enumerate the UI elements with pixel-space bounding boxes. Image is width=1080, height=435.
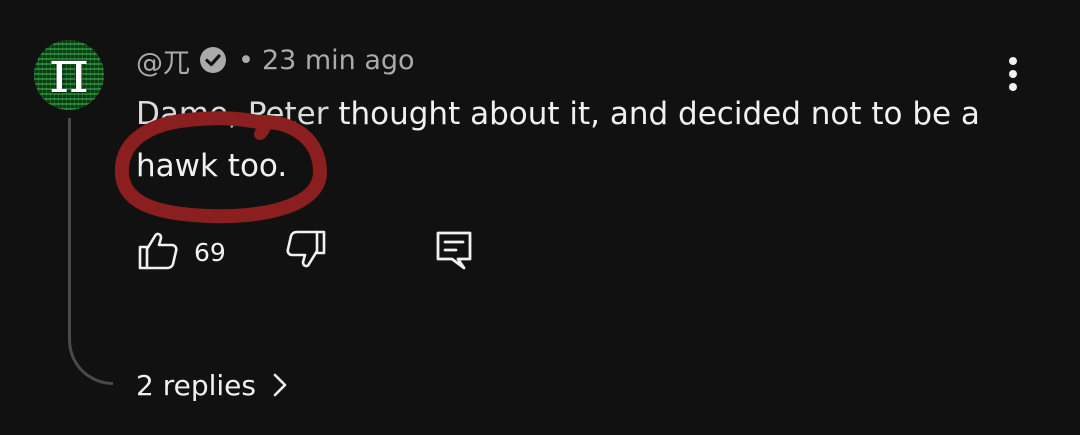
chevron-right-icon — [272, 372, 288, 398]
check-circle-icon — [198, 45, 228, 75]
like-button[interactable]: 69 — [136, 228, 284, 276]
thumb-up-icon — [136, 228, 180, 276]
like-count: 69 — [194, 237, 226, 267]
dislike-button[interactable] — [284, 228, 434, 276]
comment-icon — [434, 228, 474, 276]
comment-thread: π @兀 • 23 min ago Dame, Peter thought ab… — [0, 0, 1080, 435]
view-replies-button[interactable]: 2 replies — [136, 362, 288, 408]
meta-separator: • — [238, 44, 254, 76]
thumb-down-icon — [284, 228, 328, 276]
reply-button[interactable] — [434, 228, 474, 276]
comment-text-obscured: Dame, Peter — [136, 96, 329, 132]
avatar-glyph: π — [49, 40, 89, 107]
thread-connector-line — [68, 118, 113, 385]
comment-actions: 69 — [136, 228, 474, 276]
comment-timestamp[interactable]: 23 min ago — [262, 45, 415, 76]
replies-label: 2 replies — [136, 368, 256, 402]
comment-text: Dame, Peter thought about it, and decide… — [136, 88, 1016, 192]
comment-meta: @兀 • 23 min ago — [136, 40, 415, 80]
author-handle[interactable]: @兀 — [136, 41, 190, 80]
avatar[interactable]: π — [34, 40, 104, 110]
